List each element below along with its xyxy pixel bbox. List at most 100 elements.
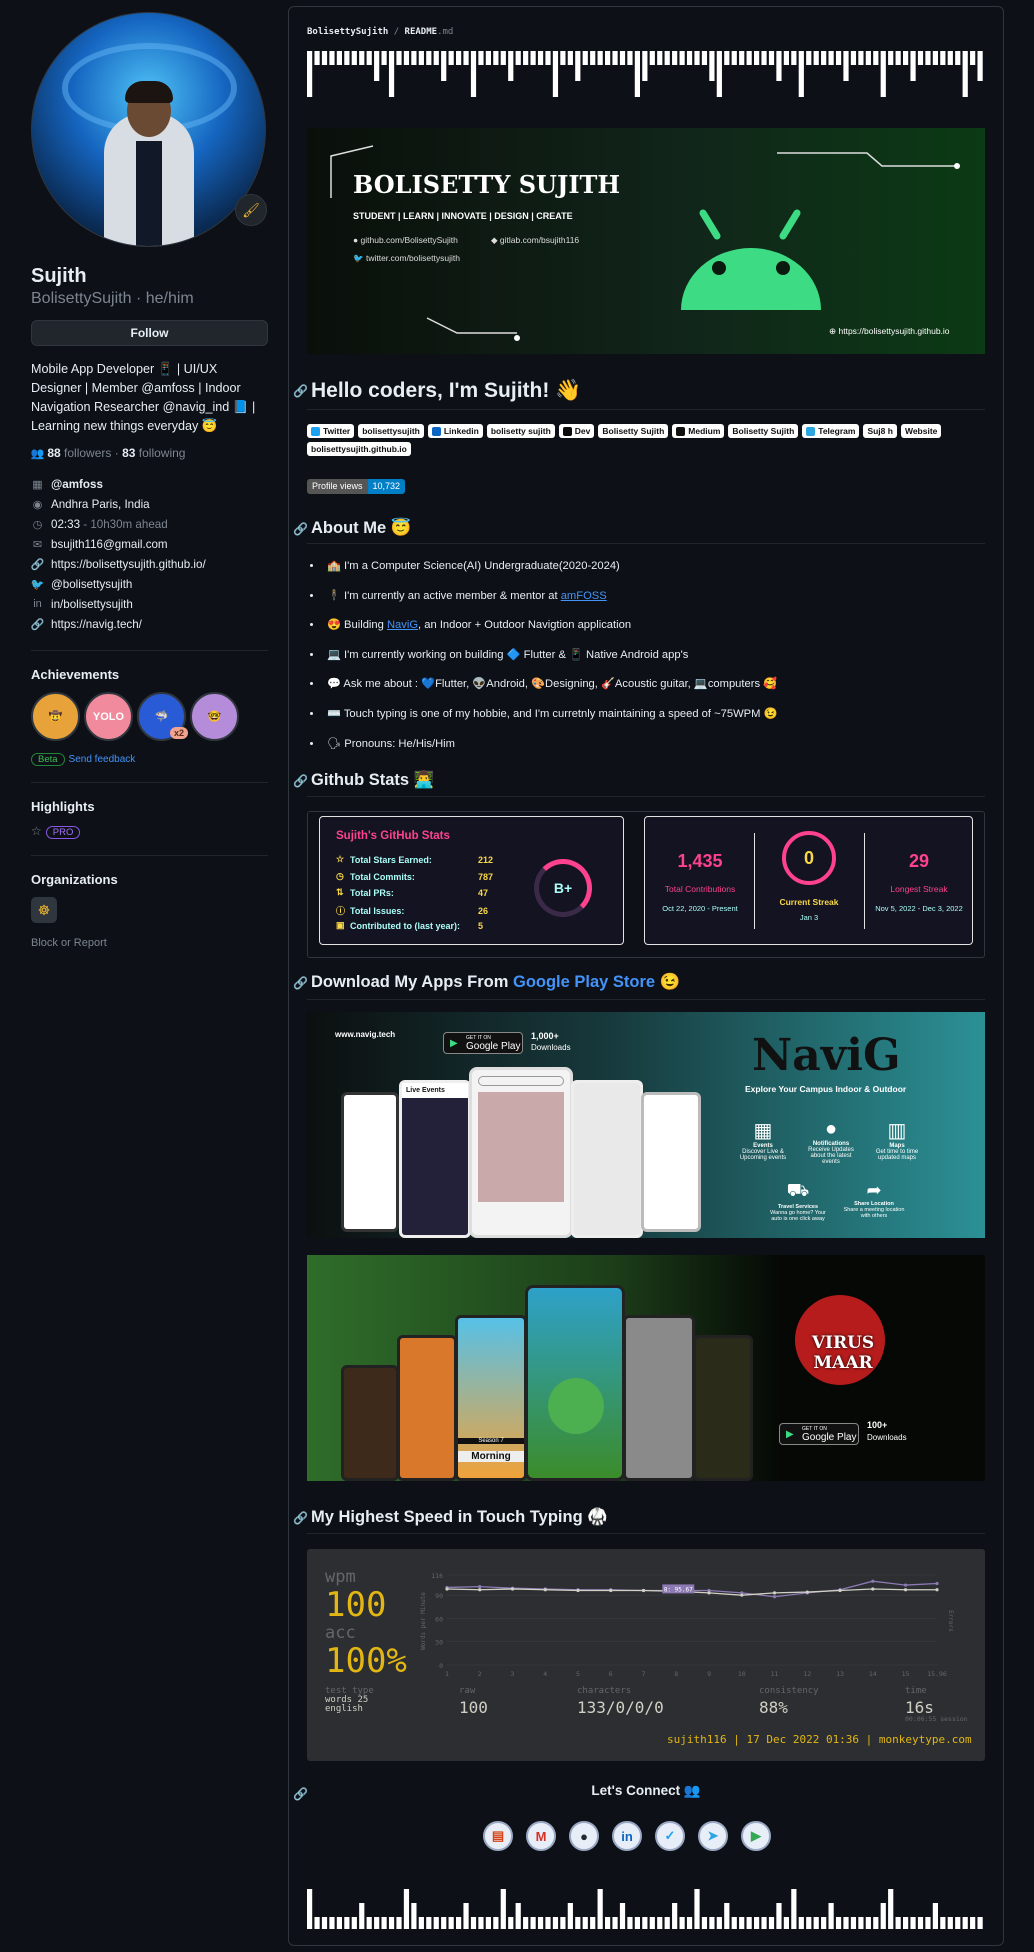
banner-github[interactable]: ● github.com/BolisettySujith bbox=[353, 235, 458, 245]
follow-button[interactable]: Follow bbox=[31, 320, 268, 346]
social-badge[interactable]: bolisettysujith bbox=[358, 424, 424, 438]
banner-twitter-text: twitter.com/bolisettysujith bbox=[365, 253, 460, 263]
followers-count[interactable]: 88 bbox=[47, 446, 60, 460]
virusmaar-app-banner[interactable]: Morning Season 7 VIRUS MAAR ▶ GET IT ON Goo… bbox=[307, 1255, 985, 1481]
anchor-link-icon[interactable]: 🔗 bbox=[293, 384, 308, 398]
gmail-icon[interactable]: M bbox=[526, 1821, 556, 1851]
anchor-link-icon[interactable]: 🔗 bbox=[293, 1511, 308, 1525]
streak-stats-card: 1,435 Total Contributions Oct 22, 2020 -… bbox=[644, 816, 973, 945]
graphic-bar bbox=[962, 51, 968, 97]
detail-text[interactable]: in/bolisettysujith bbox=[51, 598, 133, 611]
data-point bbox=[478, 1588, 482, 1592]
badge-label: Telegram bbox=[818, 426, 856, 436]
send-feedback-link[interactable]: Send feedback bbox=[69, 754, 136, 765]
feature-events: ▦ Events Discover Live & Upcoming events bbox=[735, 1118, 791, 1161]
graphic-bar bbox=[612, 1917, 618, 1929]
github-icon[interactable]: ● bbox=[569, 1821, 599, 1851]
path-user[interactable]: BolisettySujith bbox=[307, 27, 388, 37]
social-badge[interactable]: Twitter bbox=[307, 424, 355, 438]
play-icon: ▶ bbox=[450, 1038, 458, 1049]
followers-label[interactable]: followers bbox=[64, 446, 111, 460]
social-badge[interactable]: Suj8 h bbox=[863, 424, 897, 438]
graphic-bar bbox=[582, 51, 588, 65]
detail-text[interactable]: https://bolisettysujith.github.io/ bbox=[51, 558, 206, 571]
graphic-bar bbox=[821, 1917, 827, 1929]
anchor-link-icon[interactable]: 🔗 bbox=[293, 522, 308, 536]
graphic-bar bbox=[776, 51, 782, 81]
social-badge[interactable]: Linkedin bbox=[427, 424, 483, 438]
anchor-link-icon[interactable]: 🔗 bbox=[293, 1787, 308, 1801]
achievements-title[interactable]: Achievements bbox=[31, 667, 268, 682]
detail-text[interactable]: @amfoss bbox=[51, 478, 103, 491]
amfoss-link[interactable]: amFOSS bbox=[561, 590, 607, 602]
social-badge[interactable]: Bolisetty Sujith bbox=[598, 424, 669, 438]
social-badge[interactable]: Bolisetty Sujith bbox=[728, 424, 799, 438]
portfolio-icon[interactable]: ▤ bbox=[483, 1821, 513, 1851]
virusmaar-logo: VIRUS MAAR bbox=[811, 1333, 875, 1373]
graphic-bar bbox=[619, 51, 626, 65]
achievement-quickdraw-icon[interactable]: 🤓 bbox=[190, 692, 239, 741]
x-tick-label: 7 bbox=[642, 1670, 646, 1678]
graphic-bar bbox=[940, 51, 946, 65]
graphic-bar bbox=[761, 1917, 767, 1929]
graphic-bar bbox=[716, 1917, 722, 1929]
navig-app-banner[interactable]: www.navig.tech ▶ GET IT ON Google Play 1,0… bbox=[307, 1012, 985, 1238]
avatar[interactable] bbox=[31, 12, 266, 247]
twitter-icon[interactable]: ✓ bbox=[655, 1821, 685, 1851]
detail-text[interactable]: @bolisettysujith bbox=[51, 578, 132, 591]
banner-twitter[interactable]: 🐦 twitter.com/bolisettysujith bbox=[353, 253, 460, 264]
graphic-bar bbox=[754, 51, 760, 65]
graphic-bar bbox=[537, 51, 544, 65]
graphic-bar bbox=[307, 51, 313, 97]
list-item: 🏫 I'm a Computer Science(AI) Undergradua… bbox=[323, 559, 983, 589]
virusmaar-downloads: 100+ bbox=[867, 1420, 888, 1430]
map-icon: ▥ bbox=[887, 1120, 907, 1142]
social-badge[interactable]: Website bbox=[900, 424, 942, 438]
virusmaar-playstore-badge[interactable]: ▶ GET IT ON Google Play bbox=[779, 1423, 859, 1445]
navig-downloads: 1,000+ bbox=[531, 1031, 559, 1041]
monkeytype-result-card: wpm 100 acc 100% 0 30 60 90 116 1 2 3 4 5 6 7 8 9 10 11… bbox=[307, 1549, 985, 1761]
social-badge[interactable]: bolisettysujith.github.io bbox=[307, 442, 411, 456]
x-tick-label: 8 bbox=[674, 1670, 678, 1678]
block-report-link[interactable]: Block or Report bbox=[31, 937, 268, 949]
status-icon[interactable]: 🖌 bbox=[235, 194, 267, 226]
navig-playstore-badge[interactable]: ▶ GET IT ON Google Play bbox=[443, 1032, 523, 1054]
graphic-bar bbox=[381, 51, 387, 65]
graphic-bar bbox=[403, 51, 410, 65]
navig-link[interactable]: NaviG bbox=[387, 619, 418, 631]
social-badge[interactable]: Telegram bbox=[802, 424, 860, 438]
graphic-bar bbox=[478, 51, 484, 65]
following-count[interactable]: 83 bbox=[122, 446, 135, 460]
graphic-bar bbox=[940, 1917, 946, 1929]
achievement-pull-shark-icon[interactable]: 🦈 x2 bbox=[137, 692, 188, 741]
telegram-icon[interactable]: ➤ bbox=[698, 1821, 728, 1851]
play-store-link[interactable]: Google Play Store bbox=[513, 973, 655, 991]
streak-date: Nov 5, 2022 - Dec 3, 2022 bbox=[875, 904, 963, 913]
following-label[interactable]: following bbox=[139, 446, 186, 460]
graphic-bar bbox=[828, 51, 834, 65]
achievement-yolo-icon[interactable]: YOLO bbox=[84, 692, 133, 741]
x-tick-label: 6 bbox=[609, 1670, 613, 1678]
badge-icon bbox=[431, 426, 441, 436]
typing-footer: sujith116 | 17 Dec 2022 01:36 | monkeyty… bbox=[667, 1733, 972, 1746]
graphic-bar bbox=[895, 1917, 901, 1929]
banner-site[interactable]: ⊕ https://bolisettysujith.github.io bbox=[829, 326, 950, 337]
phone-mockup bbox=[571, 1080, 643, 1238]
banner-gitlab[interactable]: ◆ gitlab.com/bsujith116 bbox=[491, 235, 579, 246]
graphic-bar bbox=[560, 51, 566, 65]
graphic-bar bbox=[456, 51, 462, 65]
detail-text[interactable]: bsujith116@gmail.com bbox=[51, 538, 168, 551]
social-badge[interactable]: Medium bbox=[672, 424, 725, 438]
org-amfoss-icon[interactable]: ☸ bbox=[31, 897, 57, 923]
achievement-cowboy-icon[interactable]: 🤠 bbox=[31, 692, 80, 741]
anchor-link-icon[interactable]: 🔗 bbox=[293, 774, 308, 788]
graphic-bar bbox=[418, 1917, 424, 1929]
linkedin-icon[interactable]: in bbox=[612, 1821, 642, 1851]
graphic-bar bbox=[515, 51, 521, 65]
graphic-bar bbox=[582, 1917, 588, 1929]
anchor-link-icon[interactable]: 🔗 bbox=[293, 976, 308, 990]
detail-text[interactable]: https://navig.tech/ bbox=[51, 618, 142, 631]
playstore-icon[interactable]: ▶ bbox=[741, 1821, 771, 1851]
social-badge[interactable]: bolisetty sujith bbox=[486, 424, 555, 438]
social-badge[interactable]: Dev bbox=[558, 424, 595, 438]
